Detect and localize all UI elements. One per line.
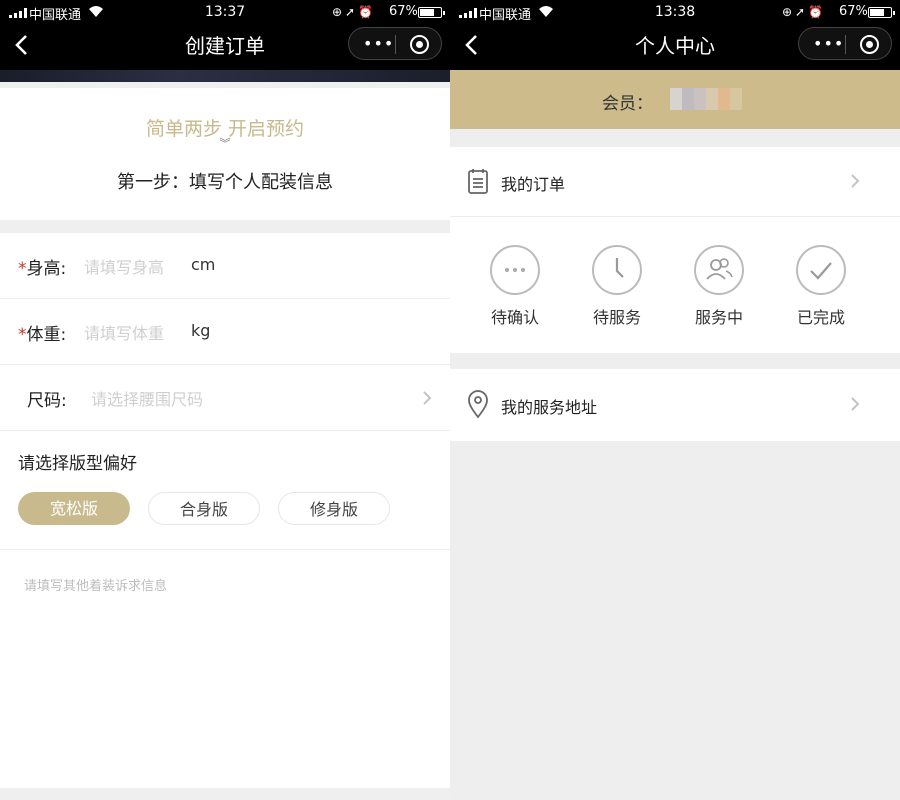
status-time: 13:38	[654, 4, 696, 20]
status-time: 13:37	[204, 4, 246, 20]
battery-percent: 67%	[839, 4, 868, 19]
height-unit: cm	[191, 255, 216, 274]
order-status-label: 待确认	[490, 308, 539, 327]
more-icon[interactable]: •••	[363, 36, 394, 52]
battery-icon	[868, 7, 895, 18]
close-mini-program-icon[interactable]	[860, 35, 879, 54]
weight-unit: kg	[191, 321, 211, 340]
status-bar: 中国联通 13:37 ⊕➚⏰ 67%	[0, 3, 450, 23]
status-bar: 中国联通 13:38 ⊕➚⏰ 67%	[450, 3, 900, 23]
clock-icon	[592, 245, 642, 295]
chevron-right-icon	[851, 397, 860, 411]
fit-option-slim[interactable]: 修身版	[278, 492, 390, 525]
users-icon	[694, 245, 744, 295]
my-address-label: 我的服务地址	[501, 398, 598, 417]
banner-image	[0, 70, 450, 82]
member-label: 会员：	[602, 94, 653, 114]
required-mark: *	[18, 325, 27, 345]
capsule-divider	[845, 35, 846, 54]
my-orders-label: 我的订单	[501, 175, 566, 194]
order-status-pending-service[interactable]: 待服务	[577, 245, 657, 328]
location-pin-icon	[468, 390, 488, 419]
size-row[interactable]: 尺码: 请选择腰围尺码	[0, 365, 450, 431]
remarks-textarea[interactable]: 请填写其他着装诉求信息	[24, 575, 167, 594]
status-indicators-icon: ⊕➚⏰	[782, 5, 827, 19]
clipboard-list-icon	[468, 169, 488, 194]
battery-percent: 67%	[389, 4, 418, 19]
create-order-screen: 中国联通 13:37 ⊕➚⏰ 67% 创建订单 ••• 简单两步 开启预约 ︾ …	[0, 0, 450, 800]
my-orders-row[interactable]: 我的订单	[450, 147, 900, 217]
fit-option-loose[interactable]: 宽松版	[18, 492, 130, 525]
top-bar: 中国联通 13:37 ⊕➚⏰ 67% 创建订单 •••	[0, 0, 450, 70]
order-status-label: 已完成	[796, 308, 845, 327]
ellipsis-icon	[490, 245, 540, 295]
fit-option-regular[interactable]: 合身版	[148, 492, 260, 525]
capsule-divider	[395, 35, 396, 54]
measurement-form: *身高: 请填写身高 cm *体重: 请填写体重 kg 尺码: 请选择腰围尺码 …	[0, 233, 450, 788]
weight-row: *体重: 请填写体重 kg	[0, 299, 450, 365]
member-name-redacted	[670, 88, 742, 110]
intro-card: 简单两步 开启预约 ︾ 第一步：填写个人配装信息	[0, 88, 450, 220]
mini-program-capsule: •••	[798, 27, 892, 60]
order-status-label: 服务中	[694, 308, 743, 327]
orders-card: 我的订单 待确认 待服务 服务中 已完成	[450, 147, 900, 353]
checkmark-icon	[796, 245, 846, 295]
step-title: 第一步：填写个人配装信息	[117, 172, 333, 193]
form-divider	[0, 549, 450, 550]
more-icon[interactable]: •••	[813, 36, 844, 52]
height-row: *身高: 请填写身高 cm	[0, 233, 450, 299]
fit-preference-title: 请选择版型偏好	[18, 454, 137, 474]
chevron-right-icon	[851, 174, 860, 188]
close-mini-program-icon[interactable]	[410, 35, 429, 54]
size-label: 尺码:	[27, 391, 67, 411]
order-status-in-service[interactable]: 服务中	[679, 245, 759, 328]
member-banner: 会员：	[450, 70, 900, 129]
mini-program-capsule: •••	[348, 27, 442, 60]
chevron-down-icon: ︾	[219, 137, 231, 150]
order-status-label: 待服务	[592, 308, 641, 327]
my-address-row[interactable]: 我的服务地址	[450, 369, 900, 441]
top-bar: 中国联通 13:38 ⊕➚⏰ 67% 个人中心 •••	[450, 0, 900, 70]
height-input[interactable]: 请填写身高	[84, 254, 164, 278]
battery-icon	[418, 7, 445, 18]
required-mark: *	[18, 259, 27, 279]
weight-input[interactable]: 请填写体重	[84, 320, 164, 344]
status-indicators-icon: ⊕➚⏰	[332, 5, 377, 19]
chevron-right-icon	[423, 391, 432, 405]
size-select[interactable]: 请选择腰围尺码	[91, 386, 203, 410]
order-status-completed[interactable]: 已完成	[781, 245, 861, 328]
height-label: *身高:	[18, 259, 67, 279]
weight-label: *体重:	[18, 325, 67, 345]
order-status-pending-confirm[interactable]: 待确认	[475, 245, 555, 328]
personal-center-screen: 中国联通 13:38 ⊕➚⏰ 67% 个人中心 ••• 会员： 我的订单 待确认…	[450, 0, 900, 800]
app-comparison: 中国联通 13:37 ⊕➚⏰ 67% 创建订单 ••• 简单两步 开启预约 ︾ …	[0, 0, 900, 800]
